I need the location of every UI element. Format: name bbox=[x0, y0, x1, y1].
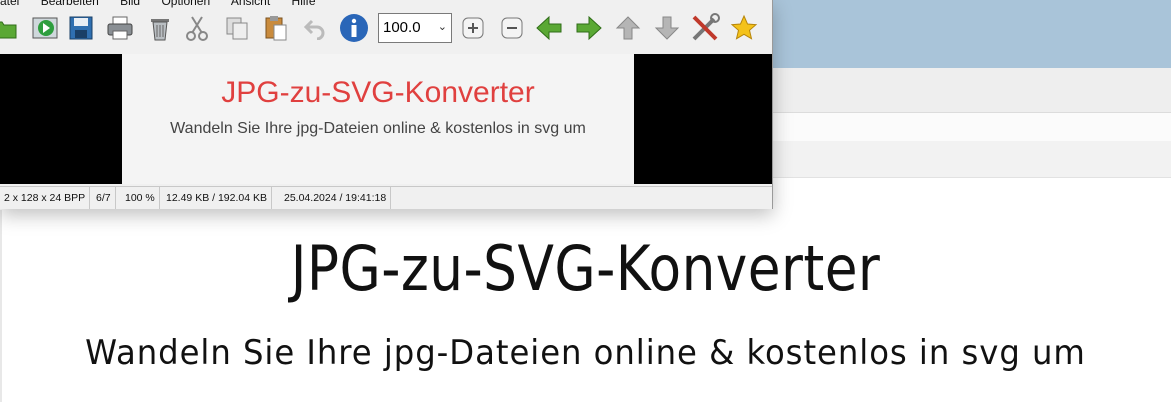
image-title-text: JPG-zu-SVG-Konverter bbox=[221, 76, 535, 109]
save-icon[interactable] bbox=[66, 13, 96, 43]
menu-bar: atei Bearbeiten Bild Optionen Ansicht Hi… bbox=[0, 0, 334, 8]
image-subtitle-text: Wandeln Sie Ihre jpg-Dateien online & ko… bbox=[170, 120, 586, 137]
menu-view[interactable]: Ansicht bbox=[231, 0, 270, 8]
delete-icon[interactable] bbox=[145, 13, 175, 43]
previous-arrow-icon[interactable] bbox=[534, 13, 564, 43]
zoom-value: 100.0 bbox=[383, 19, 421, 36]
image-viewer-window: atei Bearbeiten Bild Optionen Ansicht Hi… bbox=[0, 0, 773, 209]
next-arrow-icon[interactable] bbox=[574, 13, 604, 43]
copy-icon[interactable] bbox=[222, 13, 252, 43]
open-folder-icon[interactable] bbox=[0, 13, 20, 43]
page-title: JPG-zu-SVG-Konverter bbox=[290, 232, 881, 305]
chevron-down-icon: ⌄ bbox=[437, 21, 447, 33]
info-icon[interactable] bbox=[339, 13, 369, 43]
status-datetime: 25.04.2024 / 19:41:18 bbox=[280, 187, 392, 209]
up-arrow-icon[interactable] bbox=[613, 13, 643, 43]
image-canvas[interactable]: JPG-zu-SVG-Konverter Wandeln Sie Ihre jp… bbox=[0, 54, 772, 184]
slideshow-icon[interactable] bbox=[30, 13, 60, 43]
toolbar: 100.0 ⌄ bbox=[0, 8, 772, 52]
zoom-select[interactable]: 100.0 ⌄ bbox=[378, 13, 452, 43]
menu-edit[interactable]: Bearbeiten bbox=[41, 0, 99, 8]
menu-options[interactable]: Optionen bbox=[161, 0, 210, 8]
status-index: 6/7 bbox=[92, 187, 116, 209]
zoom-in-icon[interactable] bbox=[458, 13, 488, 43]
status-bar: 2 x 128 x 24 BPP 6/7 100 % 12.49 KB / 19… bbox=[0, 186, 772, 209]
status-zoom: 100 % bbox=[121, 187, 160, 209]
print-icon[interactable] bbox=[105, 13, 135, 43]
displayed-image: JPG-zu-SVG-Konverter Wandeln Sie Ihre jp… bbox=[122, 54, 634, 184]
menu-help[interactable]: Hilfe bbox=[292, 0, 316, 8]
paste-icon[interactable] bbox=[261, 13, 291, 43]
zoom-out-icon[interactable] bbox=[497, 13, 527, 43]
page-subtitle: Wandeln Sie Ihre jpg-Dateien online & ko… bbox=[85, 333, 1086, 373]
menu-image[interactable]: Bild bbox=[120, 0, 140, 8]
background-edge bbox=[0, 210, 2, 402]
undo-icon[interactable] bbox=[300, 13, 330, 43]
cut-icon[interactable] bbox=[182, 13, 212, 43]
settings-tools-icon[interactable] bbox=[690, 13, 720, 43]
down-arrow-icon[interactable] bbox=[652, 13, 682, 43]
menu-file[interactable]: atei bbox=[0, 0, 19, 8]
favorite-star-icon[interactable] bbox=[729, 13, 759, 43]
status-filesize: 12.49 KB / 192.04 KB bbox=[162, 187, 272, 209]
status-dimensions: 2 x 128 x 24 BPP bbox=[0, 187, 91, 209]
